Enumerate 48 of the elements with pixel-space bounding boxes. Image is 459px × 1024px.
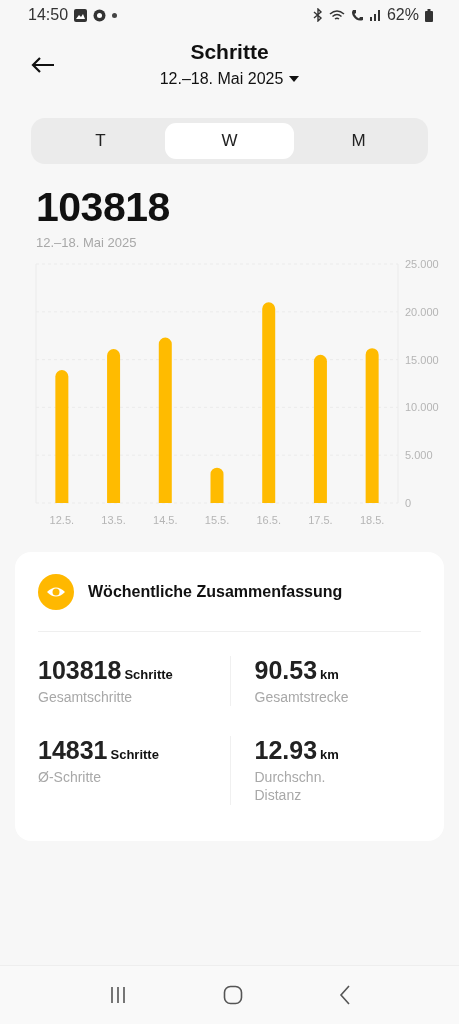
x-axis-label: 18.5.: [359, 514, 385, 526]
back-arrow-icon: [30, 56, 56, 74]
caret-icon: [289, 76, 300, 82]
date-label: 12.–18. Mai 2025: [36, 235, 138, 250]
x-axis-label: 17.5.: [308, 514, 333, 526]
stat-unit: km: [320, 667, 339, 682]
stat-value: 12.93: [254, 736, 318, 766]
x-axis-label: 13.5.: [101, 514, 126, 526]
stat-unit: Schritte: [110, 747, 159, 763]
stat-value: 14831: [38, 736, 108, 766]
back-icon: [339, 985, 352, 1005]
stat-label: Gesamtstrecke: [254, 688, 350, 707]
x-axis-label: 15.5.: [204, 514, 230, 526]
y-axis-label: 25.000: [405, 258, 439, 270]
x-axis-label: 16.5.: [256, 514, 281, 526]
chart-bar: [210, 467, 224, 503]
home-icon: [223, 985, 244, 1005]
date-range-dropdown[interactable]: 12.–18. Mai 2025: [159, 70, 300, 88]
y-axis-label: 0: [405, 497, 412, 509]
bluetooth-icon: [312, 8, 323, 22]
wifi-icon: [328, 8, 345, 22]
period-tab[interactable]: M: [294, 123, 423, 159]
x-axis-label: 12.5.: [49, 514, 75, 526]
status-time: 14:50: [28, 6, 69, 24]
y-axis-label: 15.000: [405, 353, 439, 366]
period-tab[interactable]: T: [36, 123, 165, 159]
signal-icon: [368, 9, 381, 21]
period-tab[interactable]: W: [165, 123, 294, 159]
total-steps: 103818: [36, 184, 423, 231]
y-axis-label: 20.000: [405, 305, 439, 318]
card-title: Wöchentliche Zusammenfassung: [88, 583, 343, 601]
gallery-icon: [74, 8, 88, 22]
x-axis-label: 14.5.: [153, 514, 178, 526]
page-title: Schritte: [190, 40, 269, 64]
battery-percentage: 62%: [386, 6, 419, 24]
stat-label: Gesamtschritte: [38, 688, 134, 707]
eye-icon: [38, 574, 74, 610]
stat-label: Ø-Schritte: [38, 768, 102, 787]
y-axis-label: 10.000: [405, 401, 439, 414]
dot-icon: [112, 12, 118, 18]
stat-value: 103818: [38, 656, 122, 685]
stat-label: Durchschn. Distanz: [254, 768, 327, 805]
battery-icon: [425, 8, 433, 22]
stat-unit: Schritte: [124, 667, 173, 682]
phone-icon: [350, 8, 363, 22]
stat-unit: km: [320, 747, 339, 763]
y-axis-label: 5.000: [405, 449, 433, 462]
stat-value: 90.53: [254, 656, 318, 685]
